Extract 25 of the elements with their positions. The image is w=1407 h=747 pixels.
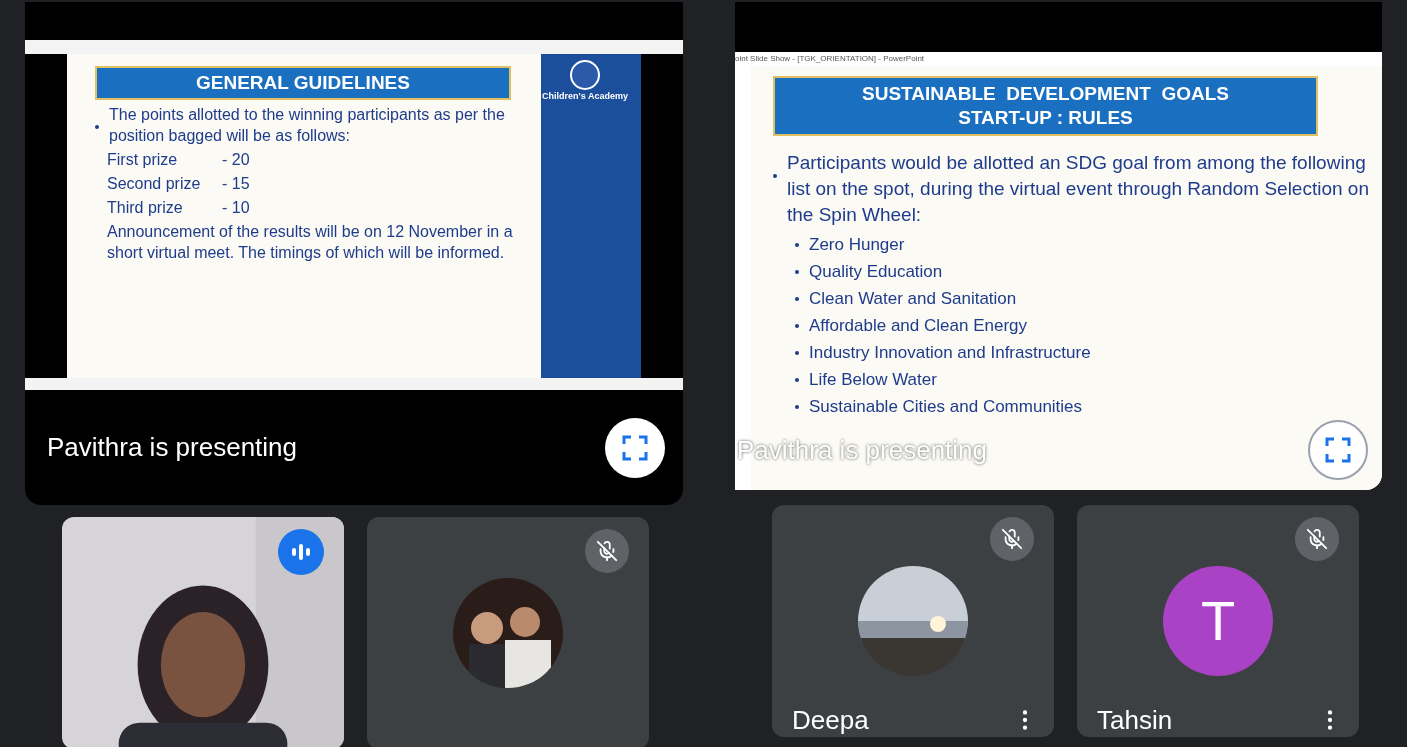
presenting-caption: Pavithra is presenting: [737, 433, 988, 467]
prize-points: - 20: [222, 150, 250, 170]
participant-name: Tahsin: [1097, 707, 1173, 733]
goal-item: Sustainable Cities and Communities: [809, 396, 1083, 418]
prize-points: - 10: [222, 198, 250, 218]
slide-paragraph: Announcement of the results will be on 12 November in a short virtual meet. The timings of which will be informed.: [107, 222, 514, 263]
goal-item: Affordable and Clean Energy: [809, 315, 1027, 337]
prize-label: Third prize: [107, 198, 184, 218]
goal-item: Clean Water and Sanitation: [809, 288, 1017, 310]
goal-item: Industry Innovation and Infrastructure: [809, 342, 1091, 364]
logo-text: Children's Academy: [542, 90, 628, 103]
slide-title: GENERAL GUIDELINES: [95, 66, 511, 100]
window-title: oint Slide Show - [TGK_ORIENTATION] - PowerPoint: [735, 53, 926, 65]
goal-item: Life Below Water: [809, 369, 937, 391]
prize-label: First prize: [107, 150, 179, 170]
slide-paragraph: Participants would be allotted an SDG goal from among the following list on the spot, during the virtual event through Random Selection on the Spin Wheel:: [787, 151, 1370, 227]
goal-item: Quality Education: [809, 261, 943, 283]
slide-paragraph: The points allotted to the winning participants as per the position bagged will be as follows:: [109, 105, 506, 146]
participant-name: Deepa: [792, 707, 869, 733]
avatar-initial: T: [1163, 566, 1273, 676]
prize-label: Second prize: [107, 174, 202, 194]
presenting-caption: Pavithra is presenting: [47, 431, 298, 464]
goal-item: Zero Hunger: [809, 234, 905, 256]
prize-points: - 15: [222, 174, 250, 194]
slide-title: SUSTAINABLE DEVELOPMENT GOALS START-UP : RULES: [773, 76, 1318, 136]
